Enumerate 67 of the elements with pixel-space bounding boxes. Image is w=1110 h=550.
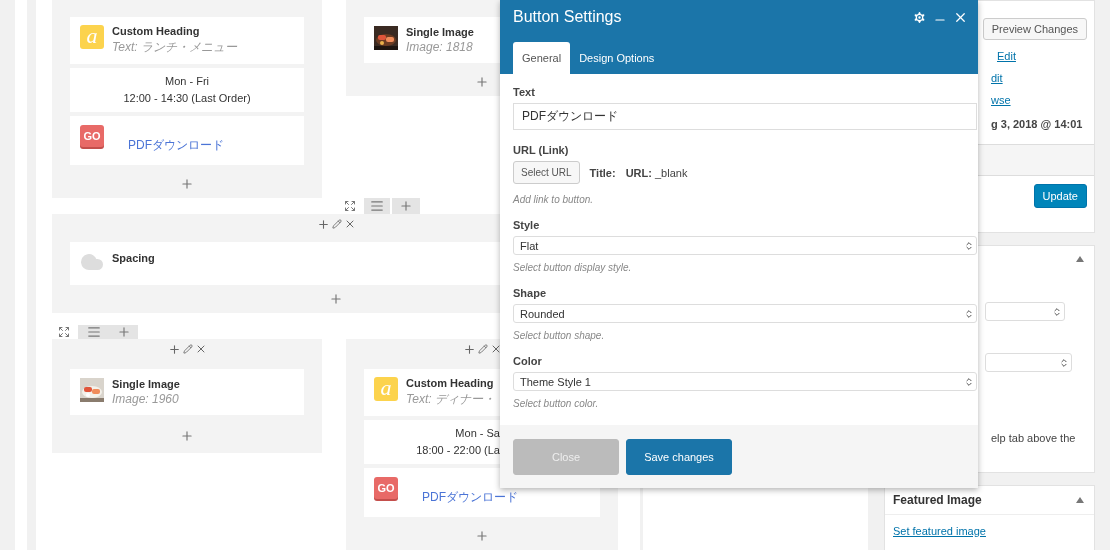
- sort-arrows-icon: [964, 376, 974, 387]
- button-icon: GO: [374, 477, 398, 499]
- box-title: Featured Image: [893, 493, 982, 507]
- select-field[interactable]: Theme Style 1: [513, 372, 977, 391]
- select-url-button[interactable]: Select URL: [513, 161, 580, 184]
- element-subtitle: Image: 1818: [406, 40, 474, 54]
- help-text: Select button display style.: [513, 262, 633, 273]
- add-icon[interactable]: [180, 429, 194, 443]
- add-icon[interactable]: [329, 292, 343, 306]
- dialog-title: Button Settings: [513, 8, 622, 26]
- element-subtitle: Text: ディナー・: [406, 391, 495, 408]
- settings-icon[interactable]: [912, 9, 927, 25]
- button-icon: GO: [80, 125, 104, 147]
- download-link[interactable]: PDFダウンロード: [422, 489, 518, 506]
- element-subtitle: Image: 1960: [112, 392, 180, 406]
- set-featured-image-link[interactable]: Set featured image: [893, 525, 986, 537]
- element-title: Custom Heading: [112, 25, 201, 37]
- element-subtitle: Text: ランチ・メニュー: [112, 39, 237, 56]
- field-label: Text: [513, 86, 536, 98]
- preview-changes-button[interactable]: Preview Changes: [982, 18, 1087, 40]
- sort-arrows-icon: [964, 308, 974, 319]
- field-label: Style: [513, 219, 541, 231]
- edit-link[interactable]: wse: [991, 94, 1011, 106]
- collapse-icon[interactable]: [1076, 497, 1084, 503]
- expand-icon[interactable]: [58, 326, 70, 338]
- update-button[interactable]: Update: [1033, 184, 1087, 208]
- publish-date: g 3, 2018 @ 14:01: [991, 118, 1083, 130]
- field-label: Color: [513, 355, 543, 367]
- hours-text: Mon - Sa 18:00 - 22:00 (La: [415, 426, 500, 458]
- heading-icon: a: [80, 25, 104, 49]
- select-field[interactable]: [985, 302, 1065, 321]
- edit-link[interactable]: Edit: [997, 50, 1016, 62]
- select-field[interactable]: Flat: [513, 236, 977, 255]
- select-field[interactable]: Rounded: [513, 304, 977, 323]
- sort-arrows-icon: [964, 240, 974, 251]
- element-title: Single Image: [406, 26, 474, 38]
- field-label: Shape: [513, 287, 547, 299]
- element-title: Custom Heading: [406, 377, 495, 389]
- sort-arrows-icon: [1052, 306, 1062, 317]
- help-text: Add link to button.: [513, 194, 595, 205]
- field-label: URL (Link): [513, 144, 570, 156]
- layout-icon[interactable]: [370, 199, 384, 213]
- title-label: Title:: [589, 166, 616, 179]
- element-title: Spacing: [112, 252, 155, 264]
- edit-link[interactable]: dit: [991, 72, 1003, 84]
- tab[interactable]: Design Options: [570, 42, 664, 74]
- tab[interactable]: General: [513, 42, 571, 74]
- help-text: Select button shape.: [513, 330, 606, 341]
- heading-icon: a: [374, 377, 398, 401]
- sort-arrows-icon: [1059, 357, 1069, 368]
- help-text: elp tab above the: [991, 432, 1076, 444]
- save-button[interactable]: Save changes: [626, 438, 732, 475]
- element-title: Single Image: [112, 378, 180, 390]
- collapse-icon[interactable]: [1076, 255, 1084, 262]
- select-field[interactable]: [985, 353, 1072, 372]
- hours-text: Mon - Fri 12:00 - 14:30 (Last Order): [122, 74, 252, 106]
- text-field[interactable]: PDFダウンロード: [513, 103, 977, 130]
- add-icon[interactable]: [462, 342, 476, 356]
- layout-icon[interactable]: [87, 325, 101, 339]
- add-icon[interactable]: [316, 217, 330, 231]
- expand-icon[interactable]: [344, 200, 356, 212]
- edit-icon[interactable]: [331, 219, 342, 229]
- download-link[interactable]: PDFダウンロード: [128, 137, 224, 154]
- help-text: Select button color.: [513, 398, 600, 409]
- edit-icon[interactable]: [182, 344, 193, 354]
- url-value: URL: _blank: [625, 166, 688, 179]
- add-icon[interactable]: [167, 342, 181, 356]
